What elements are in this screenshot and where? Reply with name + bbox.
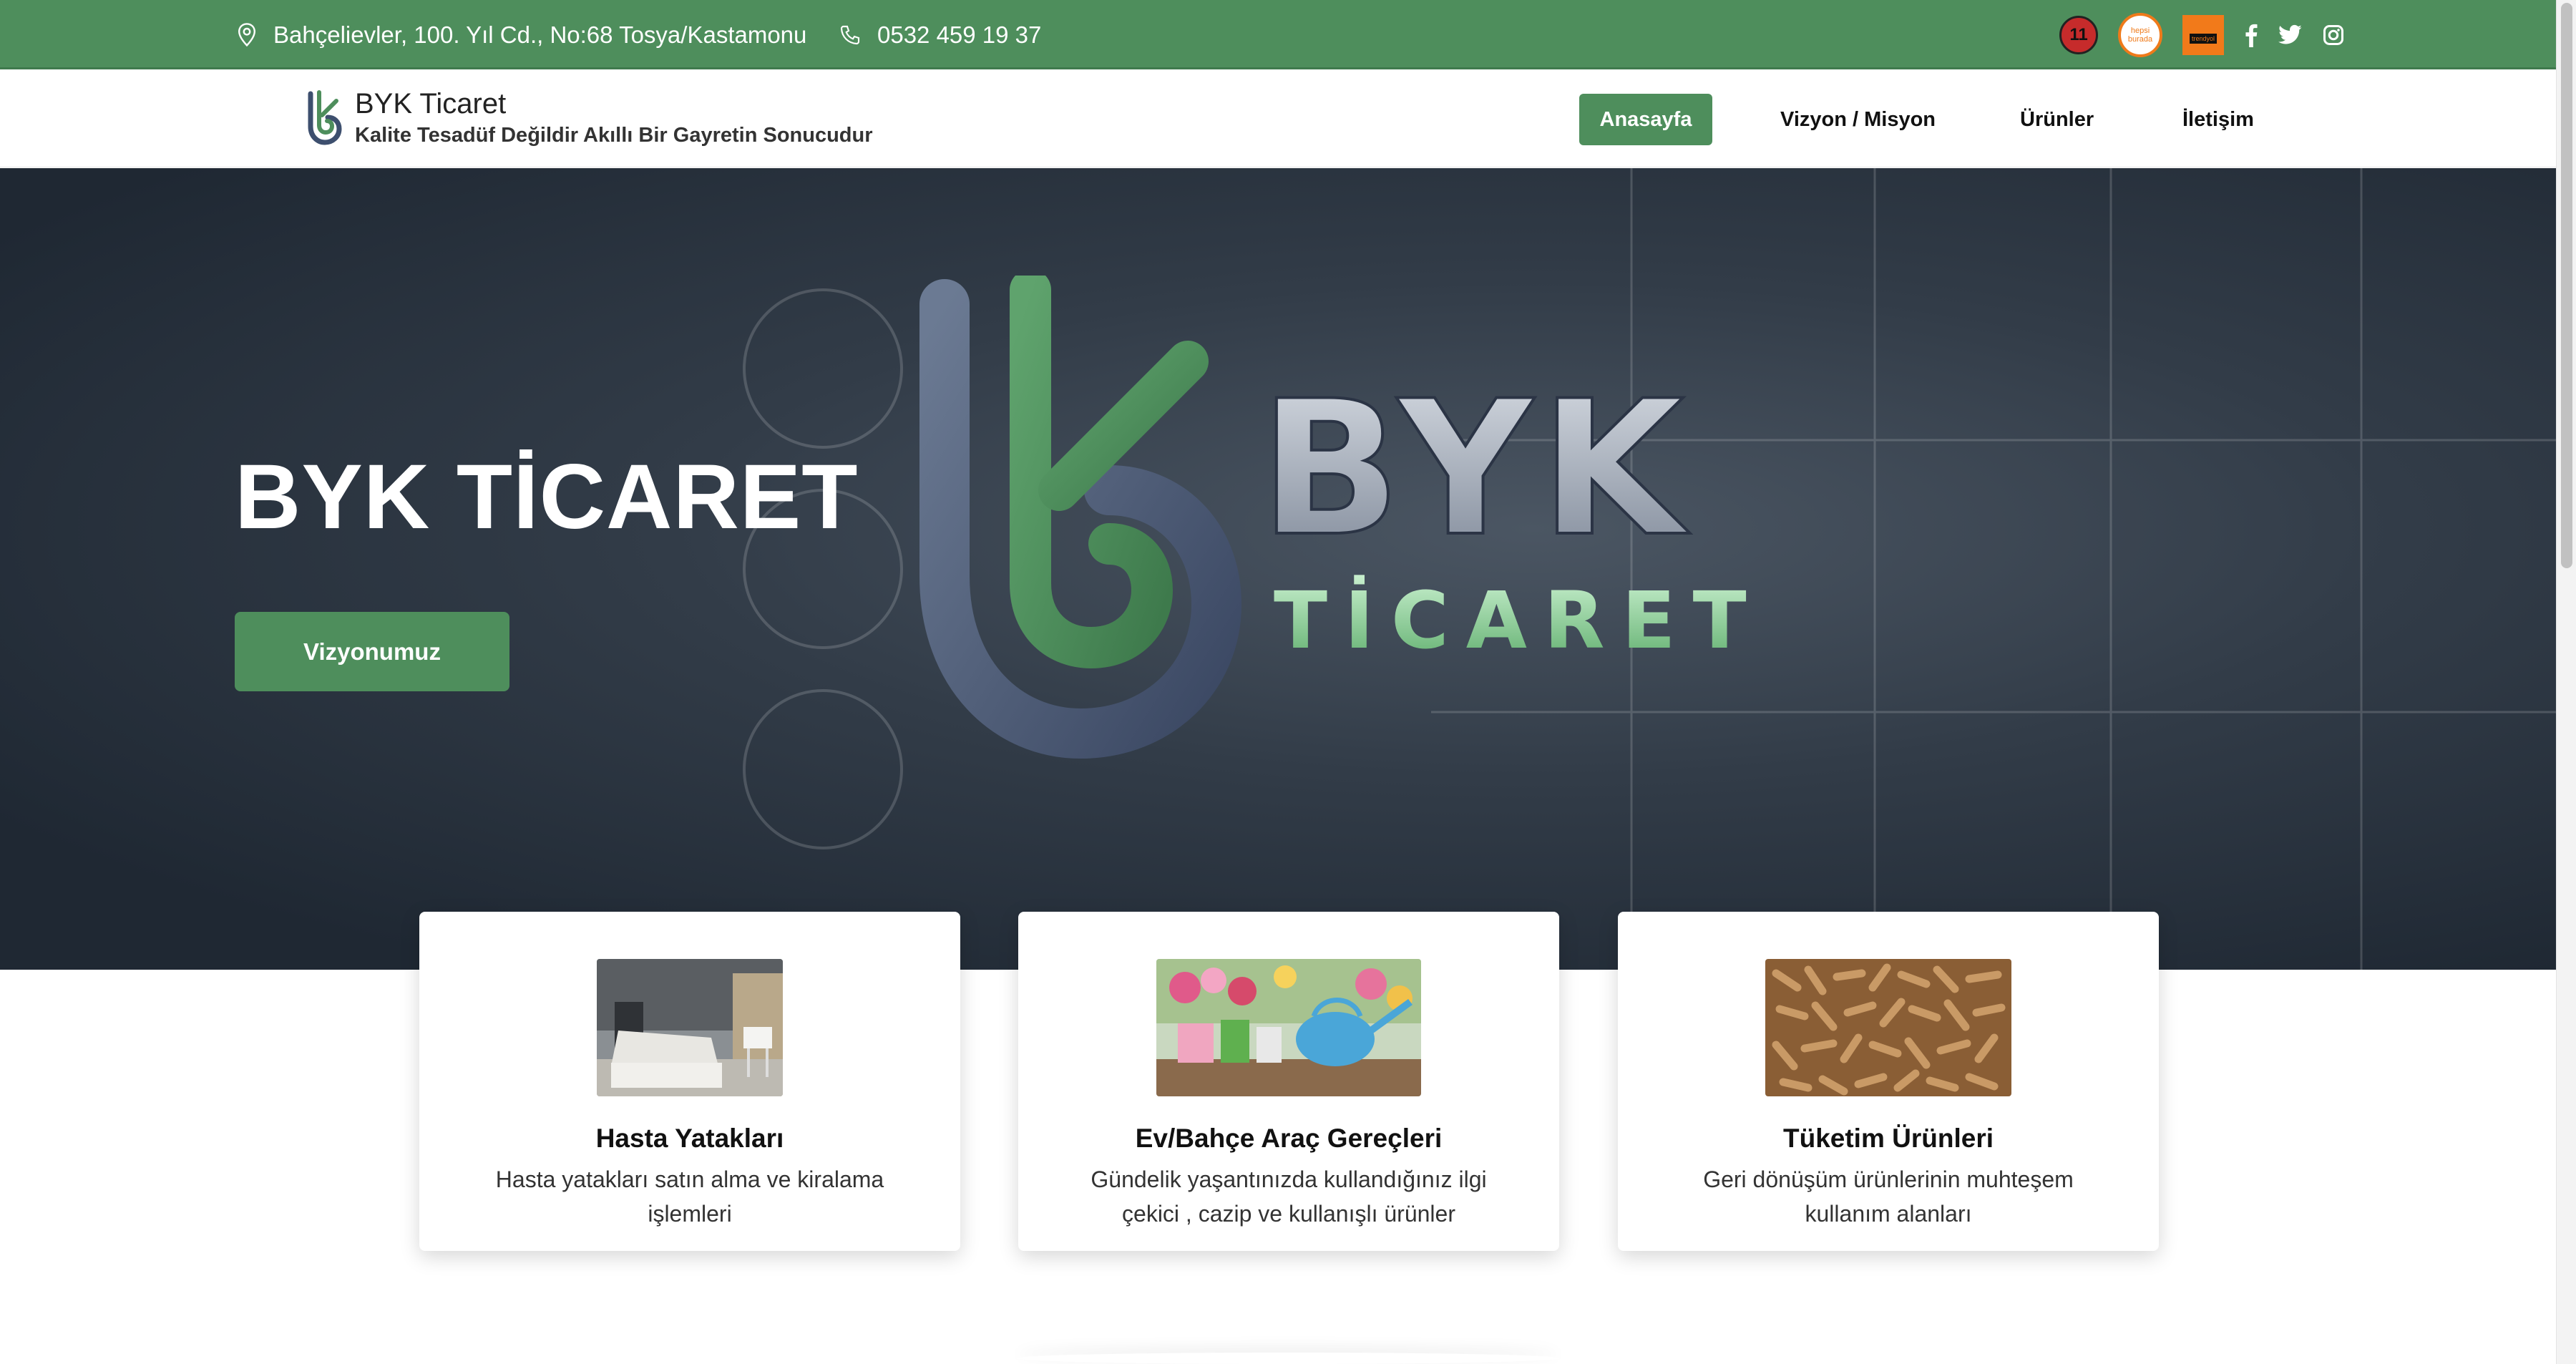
nav-home[interactable]: Anasayfa: [1579, 94, 1712, 145]
main-navbar: BYK Ticaret Kalite Tesadüf Değildir Akıl…: [0, 69, 2556, 167]
hepsiburada-label: hepsi burada: [2127, 26, 2153, 44]
card-title: Tüketim Ürünleri: [1783, 1124, 1994, 1153]
n11-icon[interactable]: 11: [2059, 15, 2098, 54]
service-card-consumables[interactable]: Tüketim Ürünleri Geri dönüşüm ürünlerini…: [1618, 912, 2159, 1251]
top-info-bar: Bahçelievler, 100. Yıl Cd., No:68 Tosya/…: [0, 0, 2556, 69]
brand-logo-link[interactable]: BYK Ticaret Kalite Tesadüf Değildir Akıl…: [301, 88, 873, 147]
page-scrollbar[interactable]: [2556, 0, 2576, 1364]
nav-products[interactable]: Ürünler: [2020, 94, 2094, 145]
phone-icon: [840, 25, 860, 44]
location-pin-icon: [238, 22, 256, 47]
scrollbar-thumb[interactable]: [2561, 3, 2572, 568]
service-card-home-garden[interactable]: Ev/Bahçe Araç Gereçleri Gündelik yaşantı…: [1018, 912, 1559, 1251]
hero-title: BYK TİCARET: [235, 446, 859, 548]
logo-text-byk: BYK: [1259, 361, 1692, 578]
patient-bed-image: [597, 959, 783, 1096]
n11-label: 11: [2069, 24, 2088, 44]
phone-text: 0532 459 19 37: [877, 21, 1042, 48]
next-section-hint: [1016, 1353, 1560, 1364]
card-description: Hasta yatakları satın alma ve kiralama i…: [495, 1166, 884, 1227]
card-description: Gündelik yaşantınızda kullandığınız ilgi…: [1091, 1166, 1487, 1227]
card-title: Hasta Yatakları: [595, 1124, 784, 1153]
brand-title: BYK Ticaret: [355, 88, 507, 120]
phone[interactable]: 0532 459 19 37: [839, 0, 1041, 69]
marketplace-and-social-links: 11 hepsi burada trendyol: [2059, 0, 2344, 69]
logo-text-ticaret: TİCARET: [1274, 574, 1764, 666]
wood-pellets-image: [1765, 959, 2011, 1096]
address-text: Bahçelievler, 100. Yıl Cd., No:68 Tosya/…: [273, 21, 807, 48]
card-title: Ev/Bahçe Araç Gereçleri: [1135, 1124, 1443, 1153]
address[interactable]: Bahçelievler, 100. Yıl Cd., No:68 Tosya/…: [236, 0, 806, 69]
nav-contact[interactable]: İletişim: [2182, 94, 2254, 145]
byk-3d-logo-icon: BYK TİCARET: [919, 276, 1764, 759]
trendyol-icon[interactable]: trendyol: [2182, 14, 2224, 55]
vision-button[interactable]: Vizyonumuz: [235, 612, 509, 691]
hero-banner: BYK TİCARET Vizyonumuz BYK TİCARET: [0, 168, 2556, 970]
byk-logo-icon: [308, 90, 342, 145]
card-description: Geri dönüşüm ürünlerinin muhteşem kullan…: [1703, 1166, 2074, 1227]
service-card-patient-beds[interactable]: Hasta Yatakları Hasta yatakları satın al…: [419, 912, 960, 1251]
hepsiburada-icon[interactable]: hepsi burada: [2118, 12, 2162, 57]
trendyol-label: trendyol: [2189, 33, 2218, 44]
twitter-icon[interactable]: [2278, 24, 2303, 46]
facebook-icon[interactable]: [2244, 23, 2258, 47]
instagram-icon[interactable]: [2323, 24, 2344, 46]
brand-slogan: Kalite Tesadüf Değildir Akıllı Bir Gayre…: [355, 124, 873, 147]
nav-vision-mission[interactable]: Vizyon / Misyon: [1780, 94, 1936, 145]
garden-tools-image: [1156, 959, 1421, 1096]
